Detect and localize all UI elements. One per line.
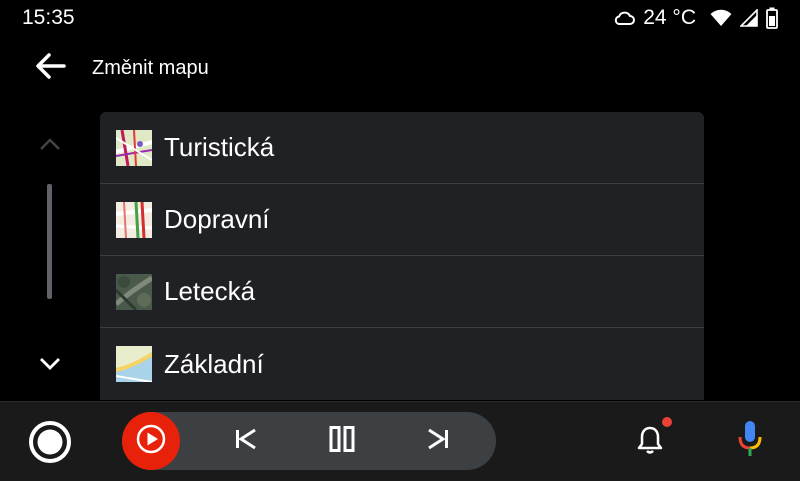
item-label: Letecká: [164, 276, 256, 306]
status-indicators: 24 °C: [613, 4, 778, 32]
pause-icon: [328, 425, 356, 457]
skip-previous-icon: [233, 427, 259, 456]
skip-previous-button[interactable]: [226, 425, 266, 457]
temperature: 24 °C: [643, 6, 696, 29]
map-type-list: Turistická Dopravní Letecká Základní: [100, 112, 704, 400]
home-button[interactable]: [28, 420, 72, 464]
signal-icon: [740, 9, 758, 27]
wifi-icon: [710, 9, 732, 27]
list-item-dopravni[interactable]: Dopravní: [100, 184, 704, 256]
notification-badge-dot: [662, 417, 672, 427]
back-button[interactable]: [28, 48, 72, 88]
list-item-letecka[interactable]: Letecká: [100, 256, 704, 328]
item-label: Dopravní: [164, 204, 270, 234]
home-circle-icon: [28, 421, 72, 468]
item-label: Základní: [164, 348, 264, 379]
map-traffic-thumbnail: [116, 201, 152, 238]
assistant-button[interactable]: [728, 416, 772, 466]
chevron-down-icon: [39, 357, 61, 376]
scroll-up-button[interactable]: [30, 130, 70, 162]
scrollbar-thumb[interactable]: [47, 184, 52, 299]
media-controls: [122, 412, 496, 470]
list-item-zakladni[interactable]: Základní: [100, 328, 704, 400]
pause-button[interactable]: [322, 425, 362, 457]
list-item-turisticka[interactable]: Turistická: [100, 112, 704, 184]
map-tourist-thumbnail: [116, 129, 152, 166]
battery-icon: [766, 7, 778, 29]
bell-icon: [636, 425, 664, 460]
skip-next-icon: [425, 427, 451, 456]
item-label: Turistická: [164, 132, 275, 162]
map-basic-thumbnail: [116, 346, 152, 382]
arrow-back-icon: [34, 52, 66, 85]
map-aerial-thumbnail: [116, 273, 152, 310]
clock: 15:35: [22, 6, 75, 29]
microphone-icon: [735, 419, 765, 464]
status-bar: 15:35 24 °C: [0, 0, 800, 36]
scroll-down-button[interactable]: [30, 350, 70, 382]
skip-next-button[interactable]: [418, 425, 458, 457]
media-app-button[interactable]: [122, 412, 180, 470]
cloud-icon: [613, 10, 636, 26]
bottom-navigation-bar: [0, 401, 800, 481]
chevron-up-icon: [39, 137, 61, 156]
youtube-music-icon: [134, 422, 168, 461]
page-title: Změnit mapu: [92, 57, 209, 79]
